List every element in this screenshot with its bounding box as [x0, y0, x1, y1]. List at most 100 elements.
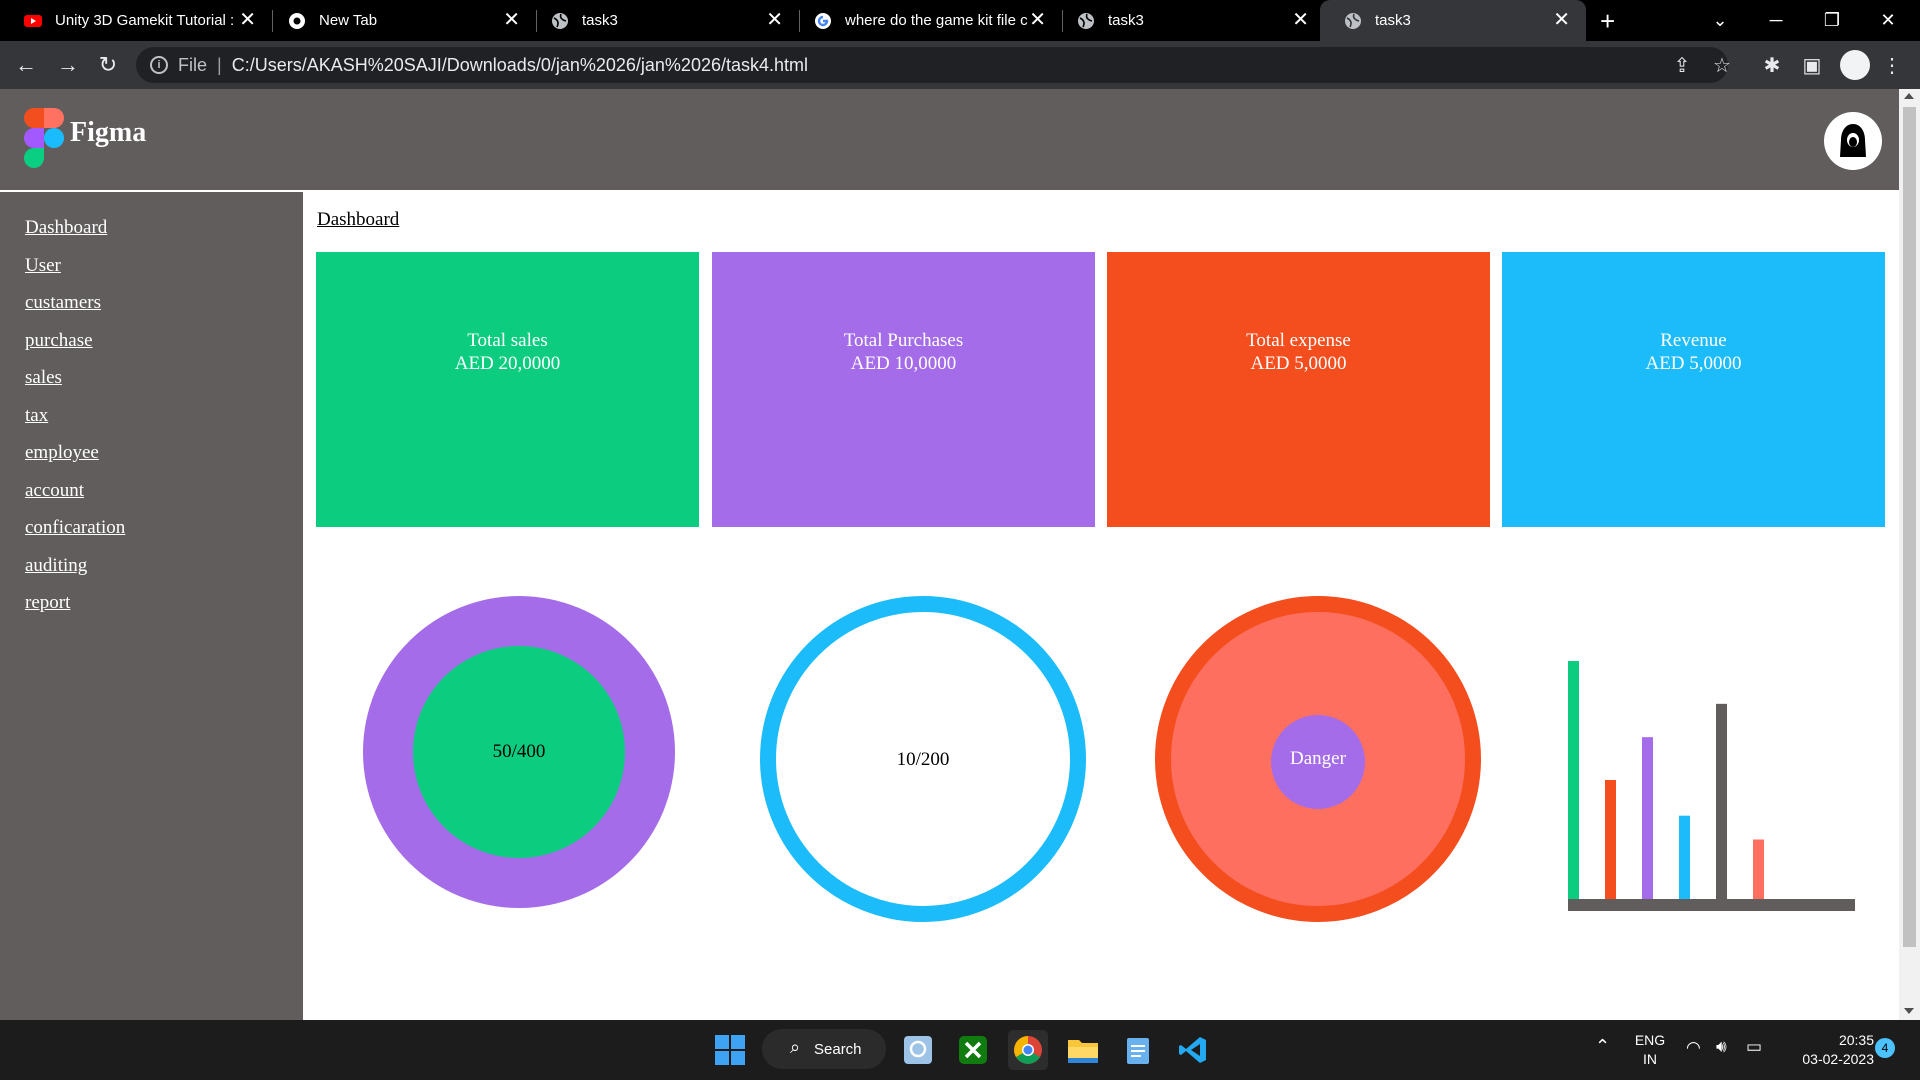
close-tab-icon[interactable]: ✕	[1553, 10, 1570, 30]
globe-icon	[1345, 12, 1361, 29]
progress-ring-label: 50/400	[492, 741, 546, 762]
tab-search-button[interactable]: ⌄	[1692, 0, 1748, 41]
address-bar[interactable]: i File | C:/Users/AKASH%20SAJI/Downloads…	[136, 47, 1728, 83]
chart-bar-4	[1679, 815, 1690, 899]
close-tab-icon[interactable]: ✕	[503, 10, 520, 30]
show-hidden-icons-chevron-icon[interactable]: ⌃	[1595, 1036, 1610, 1057]
stat-card-total-expense: Total expense AED 5,0000	[1107, 252, 1490, 527]
sidebar-item-report[interactable]: report	[25, 592, 70, 613]
sidebar-item-tax[interactable]: tax	[25, 405, 48, 426]
file-explorer-icon[interactable]	[1063, 1030, 1103, 1070]
wifi-icon[interactable]: ◠	[1686, 1038, 1701, 1058]
sidebar-item-dashboard[interactable]: Dashboard	[25, 217, 107, 238]
sidebar-item-configuration[interactable]: conficaration	[25, 517, 125, 538]
browser-tab-strip: Unity 3D Gamekit Tutorial : ✕ New Tab ✕ …	[0, 0, 1920, 41]
bar-chart	[1568, 661, 1855, 911]
taskbar-search-label: Search	[814, 1040, 862, 1058]
browser-tab-active[interactable]: task3 ✕	[1320, 0, 1586, 41]
sidebar-item-account[interactable]: account	[25, 480, 84, 501]
tab-title: task3	[582, 12, 618, 29]
reload-button[interactable]: ↻	[92, 49, 124, 81]
back-button[interactable]: ←	[10, 49, 42, 81]
url-divider: |	[217, 54, 222, 75]
brand-name: Figma	[70, 117, 147, 148]
side-panel-icon[interactable]: ▣	[1796, 49, 1828, 81]
chrome-icon	[289, 12, 305, 29]
page-scrollbar[interactable]	[1899, 89, 1920, 1020]
card-value: AED 5,0000	[1645, 353, 1742, 374]
tab-title: New Tab	[319, 12, 378, 29]
hooded-user-icon	[1840, 124, 1866, 157]
card-value: AED 5,0000	[1250, 353, 1347, 374]
bookmark-star-icon[interactable]: ☆	[1706, 49, 1738, 81]
language-code: ENG	[1634, 1032, 1666, 1048]
sidebar-item-purchase[interactable]: purchase	[25, 330, 93, 351]
notification-badge[interactable]: 4	[1875, 1038, 1895, 1058]
tab-title: where do the game kit file c	[845, 12, 1028, 29]
sidebar-item-sales[interactable]: sales	[25, 367, 62, 388]
chrome-icon[interactable]	[1008, 1030, 1048, 1070]
volume-icon[interactable]: 🔊︎	[1716, 1037, 1727, 1057]
danger-label: Danger	[1290, 748, 1346, 769]
windows-start-icon[interactable]	[710, 1030, 750, 1070]
battery-icon[interactable]: ▭	[1746, 1037, 1762, 1057]
chart-bar-5	[1716, 703, 1727, 899]
card-title: Total sales	[467, 330, 548, 351]
outline-ring-label: 10/200	[896, 749, 950, 770]
close-tab-icon[interactable]: ✕	[1029, 10, 1046, 30]
page-viewport: Figma Dashboard User custamers purchase …	[0, 89, 1899, 1020]
browser-tab[interactable]: task3 ✕	[527, 0, 799, 41]
close-tab-icon[interactable]: ✕	[766, 10, 783, 30]
scroll-down-arrow-icon[interactable]	[1904, 1008, 1914, 1014]
clock[interactable]: 20:35 03-02-2023	[1784, 1032, 1874, 1067]
card-title: Total expense	[1246, 330, 1351, 351]
region-code: IN	[1643, 1051, 1657, 1067]
stat-card-total-sales: Total sales AED 20,0000	[316, 252, 699, 527]
card-value: AED 10,0000	[850, 353, 957, 374]
profile-avatar[interactable]	[1840, 50, 1870, 80]
tab-title: Unity 3D Gamekit Tutorial :	[55, 12, 235, 29]
sidebar-nav: Dashboard User custamers purchase sales …	[25, 217, 125, 630]
close-tab-icon[interactable]: ✕	[239, 10, 256, 30]
sidebar-item-auditing[interactable]: auditing	[25, 555, 87, 576]
minimize-button[interactable]: ─	[1748, 0, 1804, 41]
browser-toolbar: ← → ↻ i File | C:/Users/AKASH%20SAJI/Dow…	[0, 41, 1920, 89]
vscode-icon[interactable]	[1173, 1030, 1213, 1070]
forward-button[interactable]: →	[52, 49, 84, 81]
breadcrumb[interactable]: Dashboard	[317, 209, 399, 231]
xbox-icon[interactable]	[953, 1030, 993, 1070]
youtube-icon	[24, 14, 42, 27]
user-avatar[interactable]	[1824, 112, 1882, 170]
windows-taskbar: ⌕ Search ⌃ ENG IN ◠ 🔊︎ ▭ 20:35 03-02-202…	[0, 1020, 1920, 1080]
notepad-icon[interactable]	[1118, 1030, 1158, 1070]
clock-time: 20:35	[1838, 1032, 1874, 1048]
tab-title: task3	[1375, 12, 1411, 29]
taskbar-search[interactable]: ⌕ Search	[762, 1029, 886, 1069]
close-tab-icon[interactable]: ✕	[1292, 10, 1309, 30]
extensions-icon[interactable]: ✱	[1756, 49, 1788, 81]
globe-icon	[552, 12, 568, 29]
browser-tab[interactable]: New Tab ✕	[264, 0, 536, 41]
scroll-up-arrow-icon[interactable]	[1904, 93, 1914, 99]
browser-tab[interactable]: where do the game kit file c ✕	[790, 0, 1062, 41]
clock-date: 03-02-2023	[1802, 1051, 1874, 1067]
browser-tab[interactable]: task3 ✕	[1053, 0, 1325, 41]
new-tab-button[interactable]: +	[1600, 8, 1615, 34]
photos-icon[interactable]	[898, 1030, 938, 1070]
close-window-button[interactable]: ✕	[1860, 0, 1916, 41]
share-icon[interactable]: ⇪	[1666, 49, 1698, 81]
restore-button[interactable]: ❐	[1804, 0, 1860, 41]
menu-kebab-icon[interactable]: ⋮	[1876, 49, 1908, 81]
card-title: Total Purchases	[843, 330, 964, 351]
sidebar-item-employee[interactable]: employee	[25, 442, 99, 463]
chart-bar-1	[1568, 661, 1579, 899]
sidebar-item-customers[interactable]: custamers	[25, 292, 101, 313]
language-indicator[interactable]: ENG IN	[1630, 1032, 1670, 1067]
search-icon: ⌕	[790, 1037, 801, 1057]
card-value: AED 20,0000	[454, 353, 561, 374]
browser-tab[interactable]: Unity 3D Gamekit Tutorial : ✕	[0, 0, 272, 41]
url-text: C:/Users/AKASH%20SAJI/Downloads/0/jan%20…	[231, 54, 809, 75]
scrollbar-thumb[interactable]	[1903, 107, 1916, 947]
info-icon[interactable]: i	[150, 56, 168, 74]
sidebar-item-user[interactable]: User	[25, 255, 61, 276]
